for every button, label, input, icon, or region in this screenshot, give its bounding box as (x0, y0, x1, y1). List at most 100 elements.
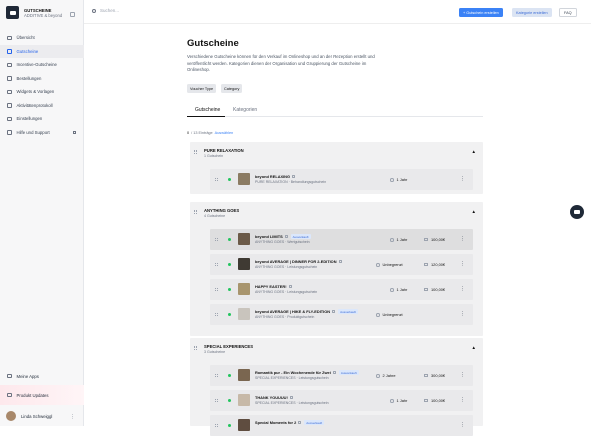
sidebar-item-hilfe[interactable]: Hilfe und Support (0, 126, 84, 140)
user-menu[interactable]: Linda Schweiggl ⋮ (0, 406, 84, 426)
drag-handle-icon[interactable] (194, 346, 197, 350)
lock-icon (289, 396, 293, 400)
gift-icon (7, 62, 12, 67)
voucher-row[interactable]: beyond AVERAGE | DINNER FOR 2-EDITION ANY… (210, 254, 473, 275)
my-apps-label: Meine Apps (16, 373, 39, 379)
faq-button[interactable]: FAQ (559, 8, 577, 17)
price-tag-icon (424, 288, 428, 292)
chat-button[interactable] (570, 205, 584, 219)
sidebar-item-einstellungen[interactable]: Einstellungen (0, 112, 84, 126)
group-count: 4 Gutscheine (204, 214, 226, 218)
home-icon (7, 35, 12, 40)
more-vertical-icon[interactable]: ⋮ (460, 286, 465, 292)
voucher-row[interactable]: beyond RELAXING PURE RELAXATION · Behandl… (210, 169, 473, 190)
group-header[interactable]: ANYTHING GOES 4 Gutscheine ▲ (190, 202, 483, 222)
drag-handle-icon[interactable] (194, 210, 197, 214)
voucher-row[interactable]: beyond LIMITS Ausverkauft ANYTHING GOES · … (210, 229, 473, 250)
app-header: GUTSCHEINE ADDITIVE & beyond (6, 6, 62, 19)
group-count: 3 Gutscheine (204, 350, 226, 354)
my-apps-link[interactable]: Meine Apps (0, 369, 84, 383)
voucher-row[interactable]: beyond AVERAGE | HIKE & FLY-EDITION Ausve… (210, 304, 473, 325)
more-vertical-icon[interactable]: ⋮ (460, 261, 465, 267)
more-vertical-icon[interactable]: ⋮ (460, 236, 465, 242)
voucher-row[interactable]: Romantik pur - Ein Wochenende für Zwei Au… (210, 365, 473, 386)
drag-handle-icon[interactable] (215, 399, 218, 402)
voucher-meta: ANYTHING GOES · Wertgutschein (255, 240, 310, 244)
avatar (6, 411, 16, 421)
product-updates-label: Produkt Updates (16, 392, 49, 398)
sidebar-item-label: Bestellungen (16, 75, 42, 81)
status-badge: Ausverkauft (304, 420, 325, 426)
status-dot (228, 178, 231, 181)
chevron-up-icon[interactable]: ▲ (472, 345, 476, 350)
more-vertical-icon[interactable]: ⋮ (460, 372, 465, 378)
app-logo-icon (6, 6, 19, 19)
entry-count: / 13 Einträge (191, 131, 213, 135)
voucher-row[interactable]: THANK YOUUUU! SPECIAL EXPERIENCES · Leist… (210, 390, 473, 411)
voucher-name: beyond RELAXING (255, 174, 296, 179)
status-dot (228, 313, 231, 316)
chevron-up-icon[interactable]: ▲ (472, 209, 476, 214)
filter-voucher-type[interactable]: Voucher Type (187, 84, 217, 93)
status-dot (228, 288, 231, 291)
validity: Unbegrenzt (376, 312, 403, 317)
voucher-row[interactable]: HAPPY EASTER! ANYTHING GOES · Leistungsgu… (210, 279, 473, 300)
tabs: Gutscheine Kategorien (187, 103, 483, 118)
search-icon (92, 8, 96, 13)
more-vertical-icon[interactable]: ⋮ (460, 422, 465, 428)
lock-icon (338, 260, 342, 264)
filter-category[interactable]: Category (221, 84, 243, 93)
sidebar-item-uebersicht[interactable]: Übersicht (0, 31, 84, 45)
create-voucher-button[interactable]: + Gutschein erstellen (459, 8, 503, 17)
drag-handle-icon[interactable] (215, 288, 218, 291)
product-updates-link[interactable]: Produkt Updates (0, 385, 84, 405)
topbar: Suchen... + Gutschein erstellen Kategori… (84, 0, 591, 24)
sidebar-bottom: Meine Apps Produkt Updates (0, 369, 84, 405)
page-description: Verschiedene Gutscheine können für den V… (187, 54, 375, 73)
group-header[interactable]: PURE RELAXATION 1 Gutschein ▲ (190, 142, 483, 162)
more-vertical-icon[interactable]: ⋮ (460, 176, 465, 182)
more-vertical-icon[interactable]: ⋮ (70, 414, 75, 420)
sidebar-item-bestellungen[interactable]: Bestellungen (0, 72, 84, 86)
drag-handle-icon[interactable] (215, 313, 218, 316)
more-vertical-icon[interactable]: ⋮ (460, 311, 465, 317)
voucher-group: ANYTHING GOES 4 Gutscheine ▲ beyond LIMITS A… (190, 202, 483, 336)
price: 120,00€ (424, 262, 445, 267)
voucher-meta: SPECIAL EXPERIENCES · Leistungsgutschein (255, 376, 329, 380)
sidebar-item-aktivitaeten[interactable]: Aktivitätenprotokoll (0, 99, 84, 113)
cart-icon (7, 76, 12, 81)
active-tab-indicator (187, 116, 225, 118)
search-bar[interactable]: Suchen... (92, 8, 119, 13)
drag-handle-icon[interactable] (215, 238, 218, 241)
tab-gutscheine[interactable]: Gutscheine (195, 107, 220, 113)
voucher-name: beyond AVERAGE | HIKE & FLY-EDITION Ausve… (255, 309, 358, 315)
selected-count: 0 (187, 131, 190, 135)
create-category-button[interactable]: Kategorie erstellen (512, 8, 552, 17)
drag-handle-icon[interactable] (215, 374, 218, 377)
chevron-up-icon[interactable]: ▲ (472, 149, 476, 154)
price: 300,00€ (424, 373, 445, 378)
sidebar-item-incentive[interactable]: Incentive-Gutscheine (0, 58, 84, 72)
validity: 1 Jahr (390, 237, 407, 242)
app-switcher-icon[interactable] (70, 12, 75, 17)
group-title: PURE RELAXATION (204, 148, 244, 153)
validity: 1 Jahr (390, 398, 407, 403)
more-vertical-icon[interactable]: ⋮ (460, 397, 465, 403)
drag-handle-icon[interactable] (194, 150, 197, 154)
external-link-icon (72, 130, 76, 134)
help-icon (7, 130, 12, 135)
search-input[interactable]: Suchen... (100, 8, 119, 13)
sidebar-item-widgets[interactable]: Widgets & Vorlagen (0, 85, 84, 99)
status-dot (228, 374, 231, 377)
voucher-thumbnail (238, 173, 250, 185)
drag-handle-icon[interactable] (215, 263, 218, 266)
validity: 1 Jahr (390, 177, 407, 182)
tab-kategorien[interactable]: Kategorien (233, 107, 257, 113)
voucher-name: THANK YOUUUU! (255, 395, 293, 400)
voucher-meta: PURE RELAXATION · Behandlungsgutschein (255, 180, 327, 184)
select-link[interactable]: Auswählen (215, 131, 234, 135)
drag-handle-icon[interactable] (215, 178, 218, 181)
widget-icon (7, 89, 12, 94)
sidebar-item-gutscheine[interactable]: Gutscheine (0, 44, 84, 58)
group-header[interactable]: SPECIAL EXPERIENCES 3 Gutscheine ▲ (190, 338, 483, 358)
